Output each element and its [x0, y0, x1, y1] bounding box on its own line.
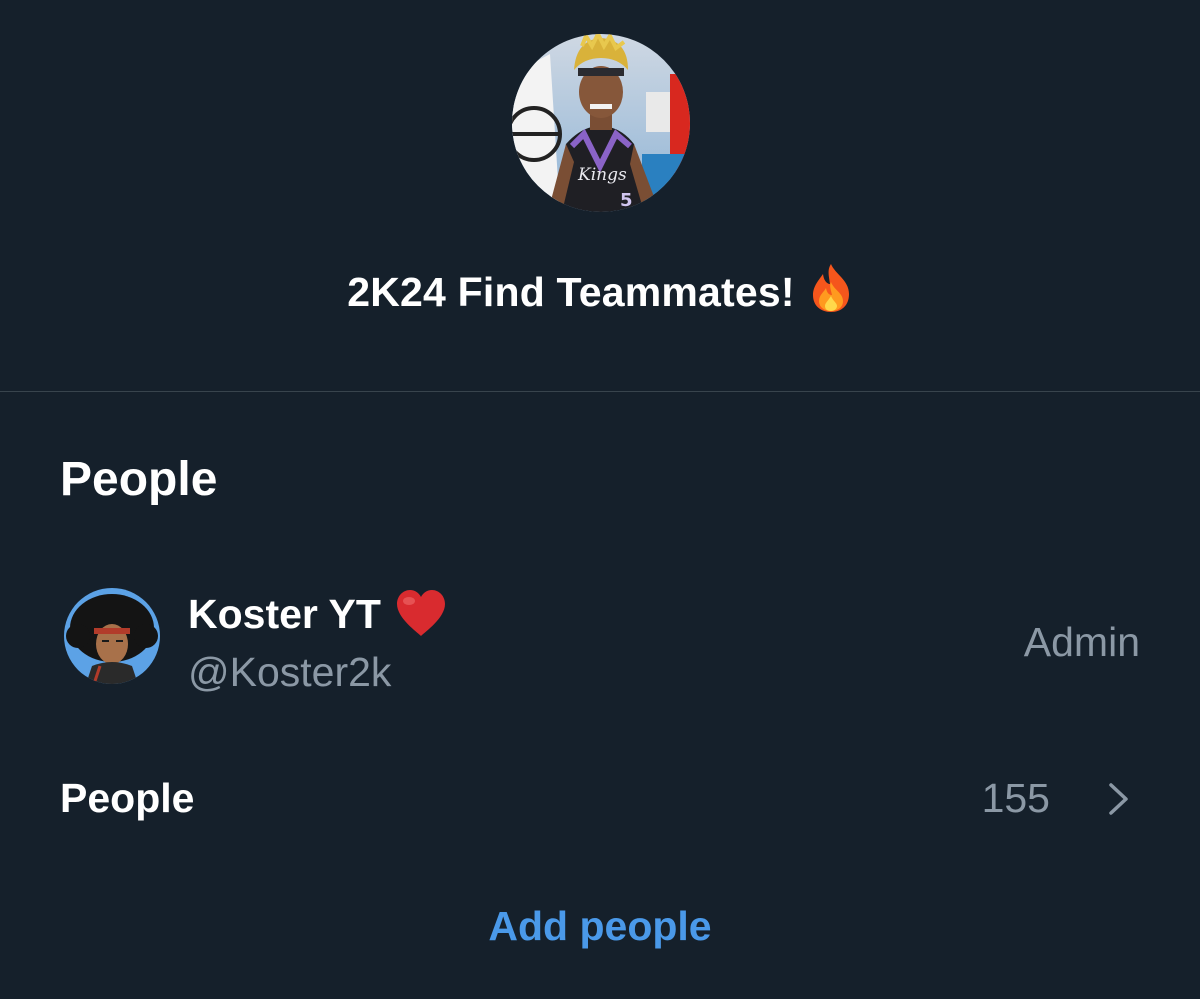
- people-count: 155: [981, 775, 1050, 821]
- member-name-text: Koster YT: [188, 591, 381, 637]
- member-row[interactable]: Koster YT @Koster2k Admin: [0, 580, 1200, 700]
- group-avatar[interactable]: Kings 5: [512, 34, 690, 212]
- people-section-heading: People: [60, 453, 218, 506]
- svg-text:5: 5: [620, 190, 633, 211]
- heart-icon: [393, 588, 449, 652]
- group-title-text: 2K24 Find Teammates!: [347, 269, 795, 315]
- group-avatar-image: Kings 5: [512, 34, 690, 212]
- add-people-button[interactable]: Add people: [0, 898, 1200, 954]
- member-name: Koster YT: [188, 586, 449, 652]
- member-handle: @Koster2k: [188, 649, 392, 695]
- fire-icon: [809, 262, 853, 328]
- people-list-row[interactable]: People 155: [0, 760, 1200, 836]
- chevron-right-icon: [1109, 783, 1128, 815]
- member-avatar-image: [64, 588, 160, 684]
- people-row-label: People: [60, 775, 195, 821]
- section-divider: [0, 391, 1200, 392]
- avatar[interactable]: [64, 588, 160, 684]
- group-header: Kings 5 2K24 Find Teammates!: [0, 0, 1200, 392]
- group-title: 2K24 Find Teammates!: [0, 262, 1200, 328]
- member-role-badge: Admin: [1023, 619, 1140, 665]
- svg-text:Kings: Kings: [577, 165, 627, 185]
